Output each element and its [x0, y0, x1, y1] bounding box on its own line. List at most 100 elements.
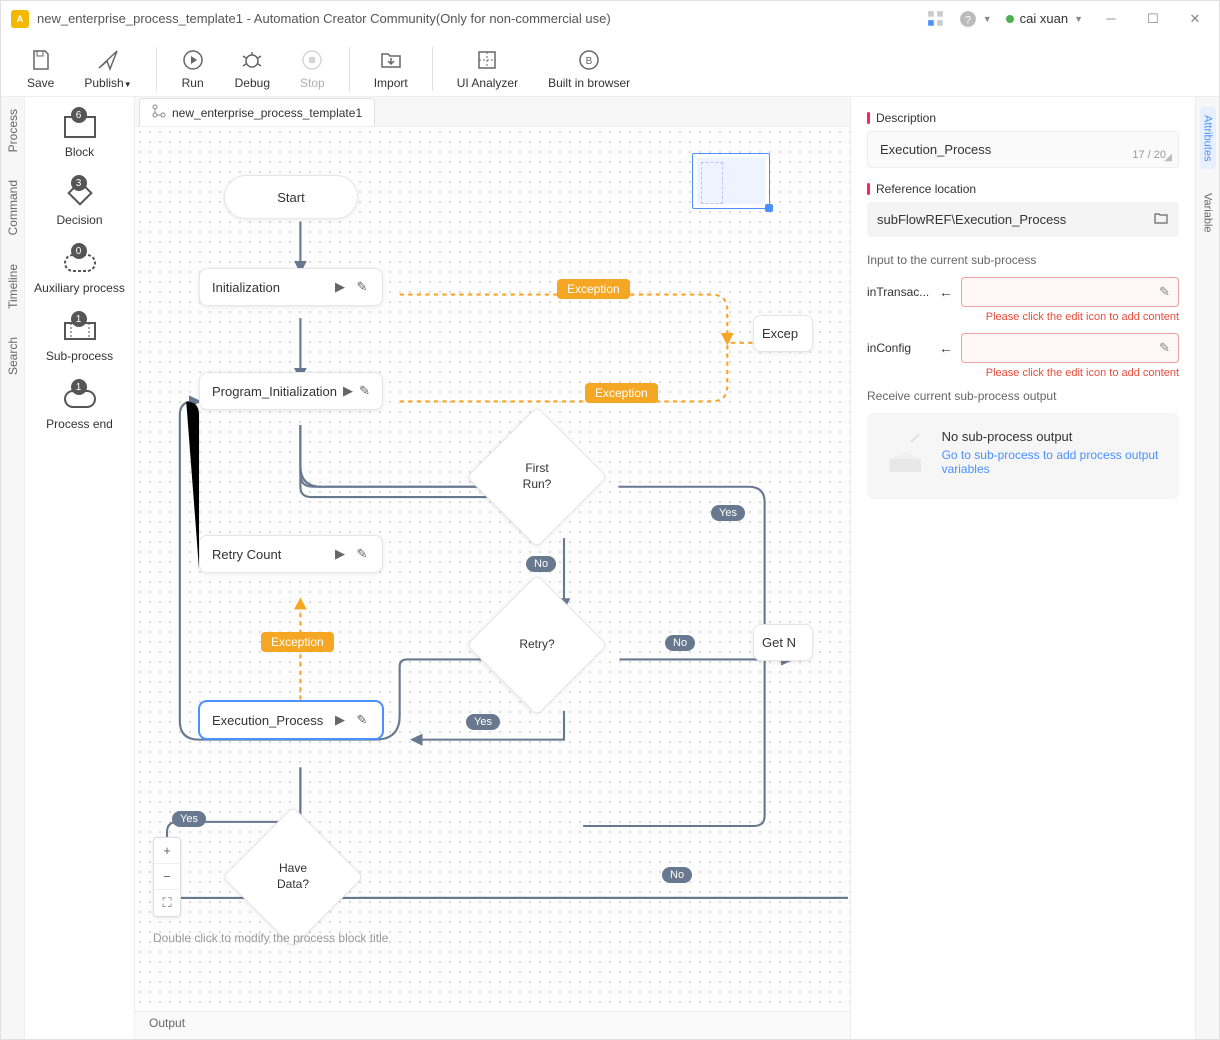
node-retry-count[interactable]: Retry Count ▶ ✎ — [199, 535, 383, 573]
attributes-panel: Description Execution_Process 17 / 20 ◢ … — [850, 97, 1195, 1039]
zoom-in-button[interactable]: + — [154, 838, 180, 864]
node-exception-block[interactable]: Excep — [753, 315, 813, 352]
apps-icon[interactable] — [927, 10, 945, 28]
empty-box-icon — [883, 429, 928, 483]
exception-label: Exception — [261, 632, 334, 652]
zoom-out-button[interactable]: − — [154, 864, 180, 890]
input-section-title: Input to the current sub-process — [867, 253, 1179, 267]
maximize-button[interactable]: ☐ — [1139, 5, 1167, 33]
zoom-fit-button[interactable]: ⛶ — [154, 890, 180, 916]
exception-label: Exception — [585, 383, 658, 403]
node-retry[interactable]: Retry? — [487, 595, 587, 695]
svg-text:?: ? — [965, 14, 971, 26]
stop-button: Stop — [288, 44, 337, 94]
flow-icon — [152, 104, 166, 121]
tab-bar: new_enterprise_process_template1 — [135, 97, 850, 127]
node-get-next[interactable]: Get N — [753, 624, 813, 661]
ui-analyzer-button[interactable]: UI Analyzer — [445, 44, 530, 94]
user-name: cai xuan — [1020, 11, 1068, 26]
browser-button[interactable]: B Built in browser — [536, 44, 642, 94]
input-error: Please click the edit icon to add conten… — [867, 367, 1179, 379]
help-icon[interactable]: ? — [959, 10, 977, 28]
app-logo-icon: A — [11, 10, 29, 28]
titlebar: A new_enterprise_process_template1 - Aut… — [1, 1, 1219, 37]
node-execution-process[interactable]: Execution_Process ▶ ✎ — [199, 701, 383, 739]
edit-icon[interactable]: ✎ — [1159, 284, 1170, 300]
play-icon[interactable]: ▶ — [332, 712, 348, 728]
no-badge: No — [526, 556, 556, 572]
palette-subprocess[interactable]: 1 Sub-process — [25, 309, 134, 369]
reference-label: Reference location — [876, 182, 976, 196]
description-label: Description — [876, 111, 936, 125]
tab-search[interactable]: Search — [6, 333, 20, 379]
palette: 6 Block 3 Decision 0 Auxiliary process 1… — [25, 97, 135, 1039]
tab-attributes[interactable]: Attributes — [1200, 107, 1216, 169]
tab-variable[interactable]: Variable — [1200, 185, 1216, 241]
output-bar[interactable]: Output — [135, 1011, 850, 1039]
save-button[interactable]: Save — [15, 44, 66, 94]
canvas-hint: Double click to modify the process block… — [153, 931, 388, 945]
tab-file[interactable]: new_enterprise_process_template1 — [139, 98, 375, 126]
input-row-transaction: inTransac... ← ✎ — [867, 277, 1179, 307]
node-first-run[interactable]: First Run? — [487, 427, 587, 527]
arrow-left-icon: ← — [939, 284, 953, 300]
palette-block[interactable]: 6 Block — [25, 105, 134, 165]
edit-icon[interactable]: ✎ — [354, 712, 370, 728]
right-strip: Attributes Variable — [1195, 97, 1219, 1039]
input-field-transaction[interactable]: ✎ — [961, 277, 1179, 307]
svg-text:B: B — [586, 56, 593, 67]
edit-icon[interactable]: ✎ — [354, 279, 370, 295]
add-output-link[interactable]: Go to sub-process to add process output … — [942, 448, 1163, 476]
folder-icon[interactable] — [1153, 210, 1169, 229]
output-empty-state: No sub-process output Go to sub-process … — [867, 413, 1179, 499]
minimize-button[interactable]: ─ — [1097, 5, 1125, 33]
left-strip: Process Command Timeline Search — [1, 97, 25, 1039]
run-button[interactable]: Run — [169, 44, 217, 94]
input-error: Please click the edit icon to add conten… — [867, 311, 1179, 323]
resize-handle-icon[interactable]: ◢ — [1164, 152, 1172, 163]
tab-process[interactable]: Process — [6, 105, 20, 156]
input-field-config[interactable]: ✎ — [961, 333, 1179, 363]
flow-canvas[interactable]: Start Initialization ▶ ✎ Program_Initial… — [135, 127, 850, 1011]
yes-badge: Yes — [466, 714, 500, 730]
reference-field[interactable]: subFlowREF\Execution_Process — [867, 202, 1179, 237]
output-section-title: Receive current sub-process output — [867, 389, 1179, 403]
char-count: 17 / 20 — [1132, 149, 1166, 161]
tab-timeline[interactable]: Timeline — [6, 260, 20, 313]
toolbar: Save Publish▼ Run Debug Stop Import UI A… — [1, 37, 1219, 97]
import-button[interactable]: Import — [362, 44, 420, 94]
palette-end[interactable]: 1 Process end — [25, 377, 134, 437]
chevron-down-icon: ▼ — [124, 80, 132, 89]
chevron-down-icon: ▼ — [1074, 14, 1083, 24]
edit-icon[interactable]: ✎ — [354, 546, 370, 562]
play-icon[interactable]: ▶ — [343, 383, 353, 399]
node-initialization[interactable]: Initialization ▶ ✎ — [199, 268, 383, 306]
description-field[interactable]: Execution_Process 17 / 20 ◢ — [867, 131, 1179, 168]
play-icon[interactable]: ▶ — [332, 279, 348, 295]
exception-label: Exception — [557, 279, 630, 299]
user-menu[interactable]: cai xuan ▼ — [1006, 11, 1083, 26]
tab-command[interactable]: Command — [6, 176, 20, 239]
minimap[interactable] — [692, 153, 770, 209]
play-icon[interactable]: ▶ — [332, 546, 348, 562]
yes-badge: Yes — [711, 505, 745, 521]
no-badge: No — [662, 867, 692, 883]
input-row-config: inConfig ← ✎ — [867, 333, 1179, 363]
edit-icon[interactable]: ✎ — [1159, 340, 1170, 356]
status-dot-icon — [1006, 15, 1014, 23]
arrow-left-icon: ← — [939, 340, 953, 356]
yes-badge: Yes — [172, 811, 206, 827]
window-title: new_enterprise_process_template1 - Autom… — [37, 11, 927, 26]
palette-auxiliary[interactable]: 0 Auxiliary process — [25, 241, 134, 301]
publish-button[interactable]: Publish▼ — [72, 44, 143, 94]
palette-decision[interactable]: 3 Decision — [25, 173, 134, 233]
zoom-controls: + − ⛶ — [153, 837, 181, 917]
help-dropdown-icon[interactable]: ▼ — [983, 14, 992, 24]
node-start[interactable]: Start — [224, 175, 358, 219]
node-have-data[interactable]: Have Data? — [243, 827, 343, 927]
debug-button[interactable]: Debug — [223, 44, 282, 94]
edit-icon[interactable]: ✎ — [359, 383, 370, 399]
node-program-init[interactable]: Program_Initialization ▶ ✎ — [199, 372, 383, 410]
close-button[interactable]: ✕ — [1181, 5, 1209, 33]
no-badge: No — [665, 635, 695, 651]
